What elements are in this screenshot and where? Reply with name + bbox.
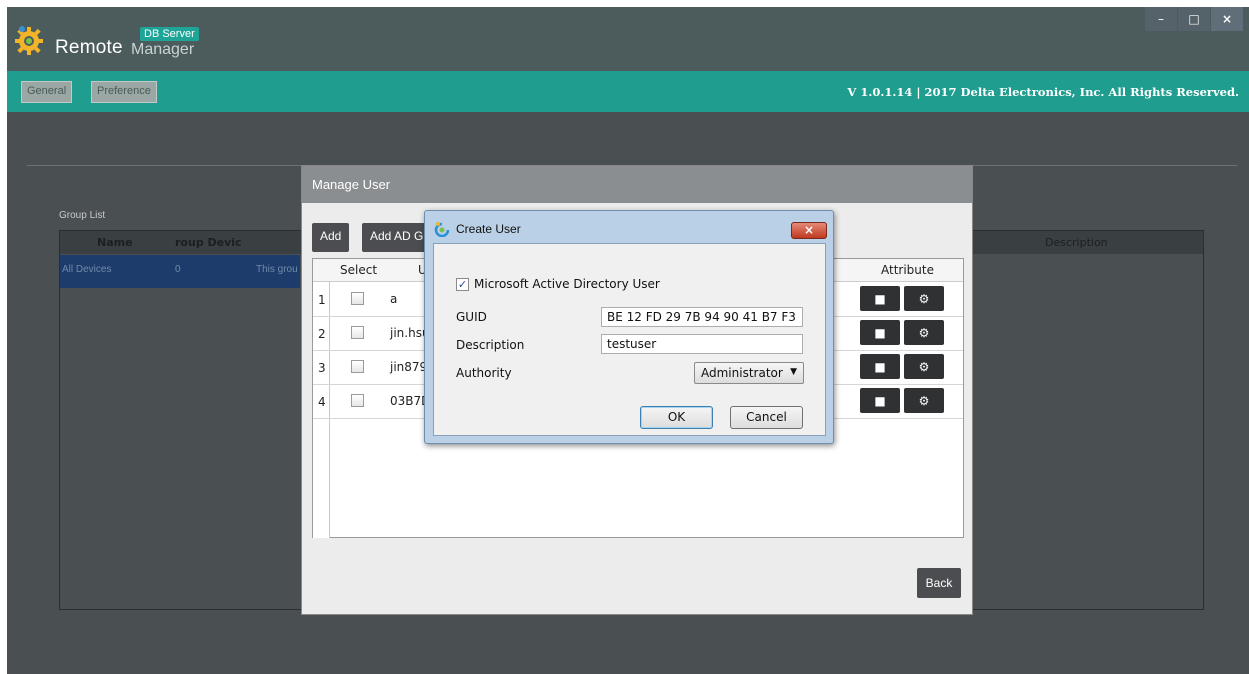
add-user-button[interactable]: Add [312,223,350,252]
back-button[interactable]: Back [917,568,961,598]
settings-icon[interactable]: ⚙ [904,320,944,345]
authority-selected-value: Administrator [701,366,783,380]
row-number: 2 [318,327,326,341]
settings-icon[interactable]: ⚙ [904,286,944,311]
description-label: Description [456,338,525,352]
group-name-cell: All Devices [62,264,112,275]
column-header-name: Name [97,236,133,249]
row-number: 1 [318,293,326,307]
user-icon[interactable]: ■ [860,388,900,413]
general-button[interactable]: General [21,81,73,103]
select-checkbox[interactable] [351,292,364,305]
column-header-description: Description [1045,236,1108,249]
maximize-icon[interactable]: □ [1178,7,1210,31]
settings-icon[interactable]: ⚙ [904,354,944,379]
group-description-cell: This grou [256,264,298,275]
close-icon[interactable]: × [1211,7,1243,31]
active-directory-label: Microsoft Active Directory User [474,277,660,291]
db-server-badge: DB Server [140,27,199,41]
app-small-icon [434,222,450,237]
chevron-down-icon: ▼ [790,367,797,377]
user-icon[interactable]: ■ [860,354,900,379]
column-header-attribute: Attribute [881,263,934,277]
column-header-select: Select [340,263,378,277]
row-number: 4 [318,395,326,409]
select-checkbox[interactable] [351,360,364,373]
manage-user-title: Manage User [302,166,972,203]
create-user-dialog: Create User × ✓ Microsoft Active Directo… [424,210,834,444]
select-checkbox[interactable] [351,326,364,339]
authority-select[interactable]: Administrator ▼ [694,362,804,384]
row-number: 3 [318,361,326,375]
active-directory-checkbox[interactable]: ✓ [456,278,469,291]
table-row[interactable]: All Devices 0 This grou [60,255,300,288]
title-bar: DB Server Remote Manager – □ × [7,7,1249,71]
user-icon[interactable]: ■ [860,286,900,311]
brand-manager-text: Manager [131,41,195,58]
user-name: a [390,292,398,306]
select-checkbox[interactable] [351,394,364,407]
column-header-devices: roup Devic [175,236,242,249]
create-user-titlebar: Create User × [434,218,827,240]
create-user-title: Create User [456,222,521,236]
gear-logo-icon [15,26,43,55]
settings-icon[interactable]: ⚙ [904,388,944,413]
group-list-label: Group List [59,210,106,221]
user-name: jin879 [390,360,428,374]
group-count-cell: 0 [175,264,181,275]
guid-label: GUID [456,310,487,324]
authority-label: Authority [456,366,512,380]
user-icon[interactable]: ■ [860,320,900,345]
version-copyright: V 1.0.1.14 | 2017 Delta Electronics, Inc… [847,85,1239,99]
ok-button[interactable]: OK [640,406,713,429]
guid-field[interactable]: BE 12 FD 29 7B 94 90 41 B7 F3 [601,307,803,327]
description-field[interactable]: testuser [601,334,803,354]
create-user-form: ✓ Microsoft Active Directory User GUID B… [433,243,826,436]
preference-button[interactable]: Preference [91,81,157,103]
menu-bar: General Preference V 1.0.1.14 | 2017 Del… [7,71,1249,112]
brand-remote-text: Remote [55,37,123,58]
window-controls: – □ × [1144,7,1243,31]
minimize-icon[interactable]: – [1145,7,1177,31]
close-icon[interactable]: × [791,222,827,239]
cancel-button[interactable]: Cancel [730,406,803,429]
